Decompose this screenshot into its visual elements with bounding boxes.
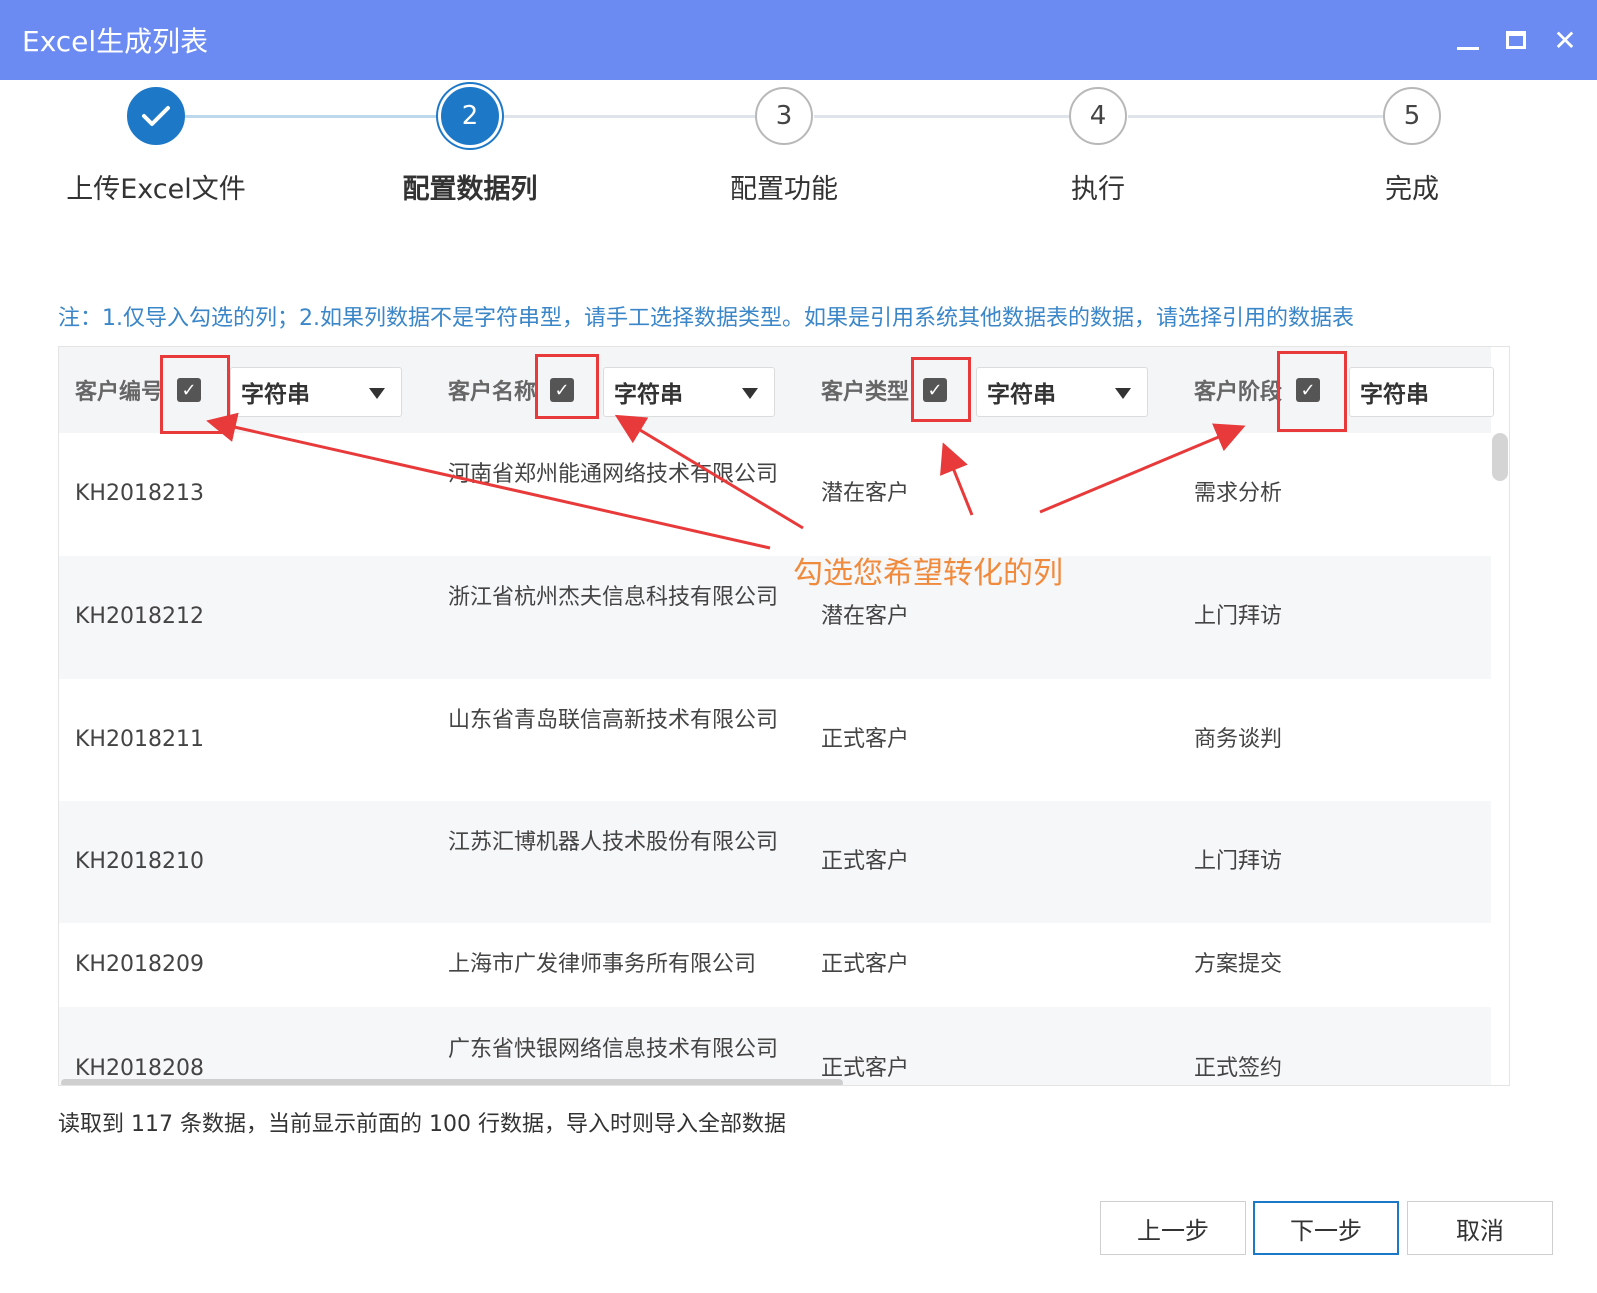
arrow-to-customer-name [614, 414, 804, 530]
data-summary: 读取到 117 条数据，当前显示前面的 100 行数据，导入时则导入全部数据 [58, 1112, 786, 1137]
arrow-to-customer-stage [1039, 423, 1246, 514]
excel-list-dialog: Excel生成列表 ✕ 上传Excel文件 2 配置数据列 3 配置功能 4 执… [0, 0, 1597, 1293]
annotation-callout: 勾选您希望转化的列 [793, 556, 1063, 591]
cancel-button[interactable]: 取消 [1407, 1201, 1553, 1255]
arrow-to-customer-id [206, 412, 771, 550]
prev-step-button[interactable]: 上一步 [1100, 1201, 1246, 1255]
annotation-arrows [206, 412, 1246, 550]
next-step-button[interactable]: 下一步 [1253, 1201, 1399, 1255]
arrow-to-customer-type [940, 442, 974, 516]
